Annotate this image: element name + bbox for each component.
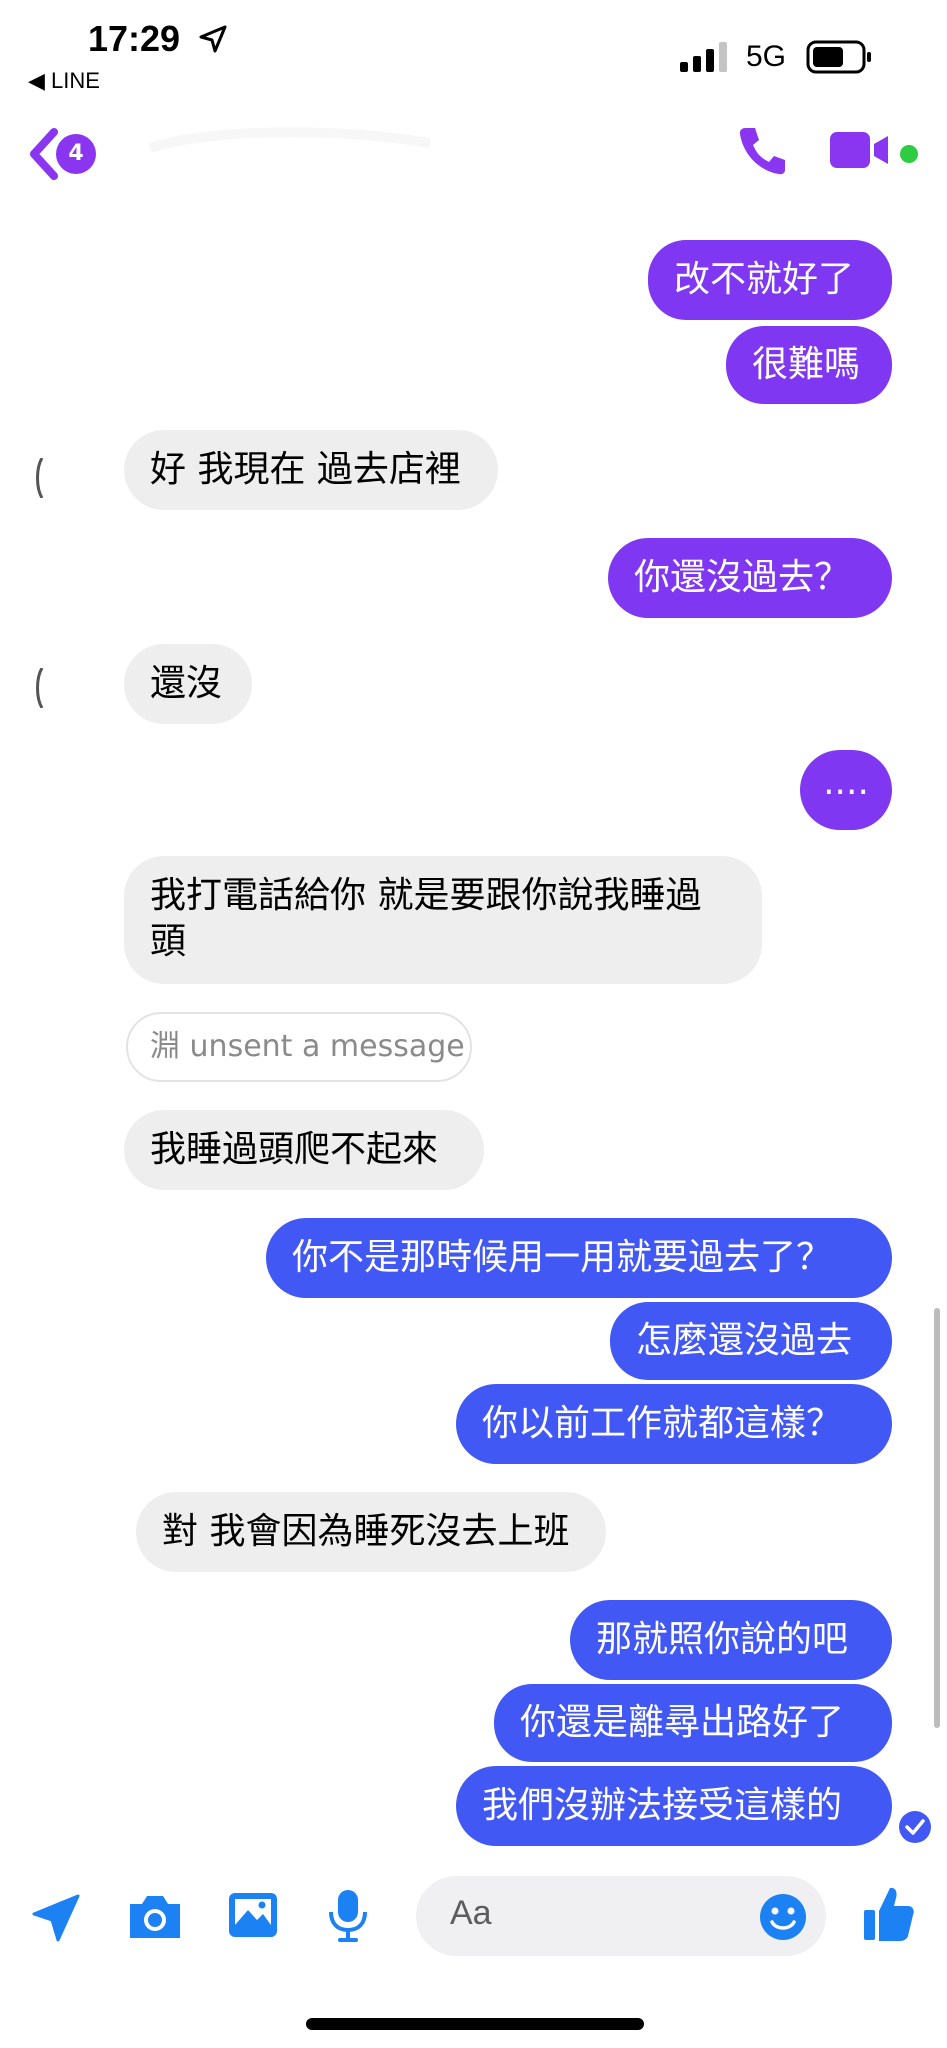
thumbs-up-icon[interactable]	[862, 1884, 916, 1944]
signal-bars-icon	[680, 42, 727, 72]
online-status-dot	[900, 145, 918, 163]
message-incoming[interactable]: 我打電話給你 就是要跟你說我睡過 頭	[124, 856, 762, 984]
message-outgoing[interactable]: 怎麼還沒過去	[610, 1302, 892, 1380]
message-outgoing[interactable]: 改不就好了	[648, 240, 892, 320]
seen-check-icon	[899, 1811, 931, 1843]
message-incoming[interactable]: 還沒	[124, 644, 252, 724]
message-outgoing[interactable]: ....	[800, 750, 892, 830]
message-outgoing[interactable]: 你不是那時候用一用就要過去了？	[266, 1218, 892, 1298]
message-line: 頭	[150, 921, 187, 962]
message-outgoing[interactable]: 你還是離尋出路好了	[494, 1684, 892, 1762]
status-time: 17:29	[88, 18, 181, 59]
phone-icon[interactable]	[735, 122, 791, 178]
video-camera-icon[interactable]	[830, 130, 892, 170]
microphone-icon[interactable]	[326, 1888, 370, 1944]
emoji-icon[interactable]	[758, 1892, 808, 1942]
sender-avatar	[36, 668, 44, 708]
send-location-icon[interactable]	[30, 1892, 82, 1944]
message-outgoing[interactable]: 很難嗎	[726, 326, 892, 404]
message-outgoing[interactable]: 那就照你說的吧	[570, 1600, 892, 1680]
message-incoming[interactable]: 好 我現在 過去店裡	[124, 430, 498, 510]
scrollbar[interactable]	[934, 1308, 940, 1728]
location-arrow-icon	[199, 25, 227, 53]
message-incoming[interactable]: 我睡過頭爬不起來	[124, 1110, 484, 1190]
redacted-contact-name	[100, 72, 460, 185]
unsent-message-notice: 淵 unsent a message	[126, 1012, 472, 1082]
message-outgoing[interactable]: 我們沒辦法接受這樣的	[456, 1766, 892, 1846]
message-input-placeholder: Aa	[450, 1894, 492, 1932]
message-incoming[interactable]: 對 我會因為睡死沒去上班	[136, 1492, 606, 1572]
message-outgoing[interactable]: 你以前工作就都這樣？	[456, 1384, 892, 1464]
sender-avatar	[36, 458, 44, 498]
network-type: 5G	[746, 40, 787, 73]
camera-icon[interactable]	[126, 1892, 184, 1942]
image-icon[interactable]	[226, 1890, 280, 1940]
battery-icon	[806, 40, 871, 74]
message-line: 我打電話給你 就是要跟你說我睡過	[150, 875, 702, 916]
message-outgoing[interactable]: 你還沒過去？	[608, 538, 892, 618]
home-indicator[interactable]	[306, 2018, 644, 2030]
